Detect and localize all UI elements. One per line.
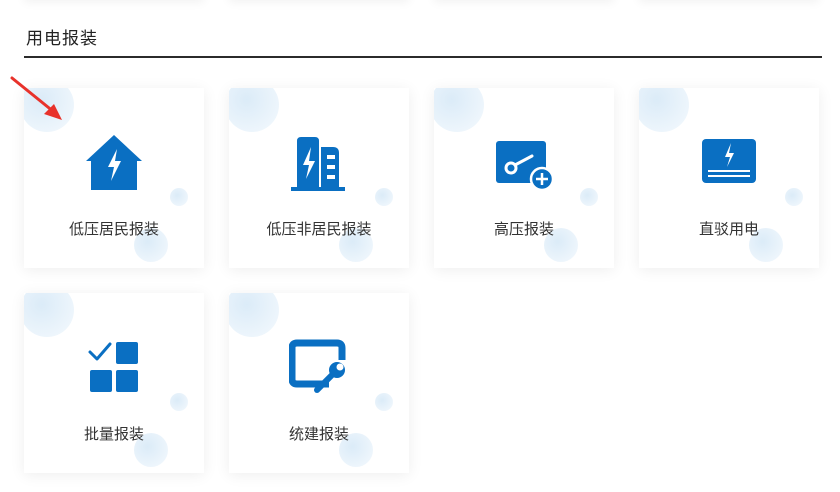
meter-plus-icon	[496, 141, 554, 192]
window-wrench-icon	[289, 339, 346, 393]
decor-bubble	[580, 188, 598, 206]
card-label: 低压居民报装	[68, 220, 159, 238]
building-lightning-icon	[291, 137, 345, 191]
card-label: 批量报装	[83, 425, 144, 443]
card-direct-connection[interactable]: 直驳用电	[639, 88, 819, 268]
decor-bubble	[785, 188, 803, 206]
section-title: 用电报装	[26, 29, 98, 49]
card-label: 低压非居民报装	[266, 220, 372, 238]
card-unified-construction[interactable]: 统建报装	[229, 293, 409, 473]
decor-bubble	[24, 293, 74, 337]
decor-bubble	[375, 188, 393, 206]
pointer-arrow-icon	[10, 76, 62, 120]
panel-lightning-icon	[702, 139, 756, 183]
decor-bubble	[639, 88, 689, 132]
card-label: 高压报装	[493, 220, 554, 238]
section-divider	[24, 56, 822, 58]
decor-bubble	[375, 393, 393, 411]
card-low-voltage-nonresidential[interactable]: 低压非居民报装	[229, 88, 409, 268]
decor-bubble	[434, 88, 484, 132]
card-label: 直驳用电	[698, 220, 759, 238]
top-strip	[0, 0, 840, 6]
house-lightning-icon	[86, 135, 142, 190]
decor-bubble	[170, 393, 188, 411]
decor-bubble	[229, 88, 279, 132]
decor-bubble	[229, 293, 279, 337]
card-label: 统建报装	[288, 425, 349, 443]
card-batch[interactable]: 批量报装	[24, 293, 204, 473]
card-high-voltage[interactable]: 高压报装	[434, 88, 614, 268]
decor-bubble	[170, 188, 188, 206]
checklist-grid-icon	[88, 342, 138, 392]
